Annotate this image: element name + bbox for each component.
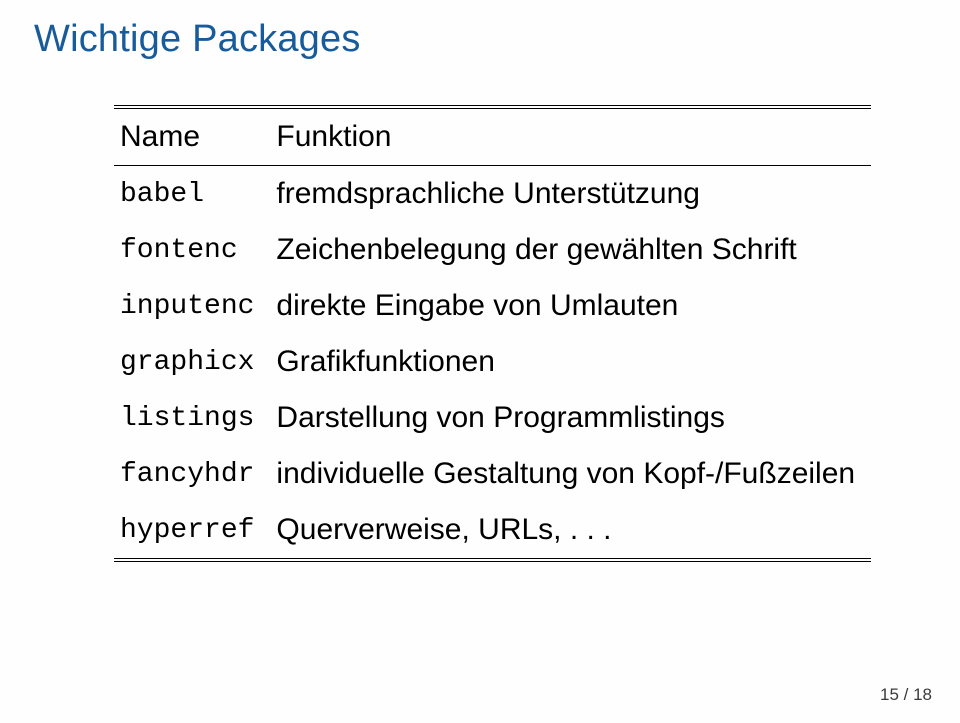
pkg-name: hyperref (114, 502, 270, 560)
pkg-name: listings (114, 390, 270, 446)
page-number: 15 / 18 (880, 685, 932, 705)
pkg-func: direkte Eingabe von Umlauten (270, 278, 871, 334)
pkg-func: Zeichenbelegung der gewählten Schrift (270, 222, 871, 278)
pkg-func: individuelle Gestaltung von Kopf-/Fußzei… (270, 446, 871, 502)
table-row: listings Darstellung von Programmlisting… (114, 390, 871, 446)
slide: Wichtige Packages Name Funktion babel fr… (0, 0, 960, 723)
pkg-name: fancyhdr (114, 446, 270, 502)
pkg-name: graphicx (114, 334, 270, 390)
packages-table: Name Funktion babel fremdsprachliche Unt… (114, 105, 871, 562)
pkg-name: inputenc (114, 278, 270, 334)
table-row: fancyhdr individuelle Gestaltung von Kop… (114, 446, 871, 502)
pkg-func: fremdsprachliche Unterstützung (270, 166, 871, 223)
table-row: inputenc direkte Eingabe von Umlauten (114, 278, 871, 334)
table-row: fontenc Zeichenbelegung der gewählten Sc… (114, 222, 871, 278)
header-name: Name (114, 107, 270, 166)
pkg-func: Querverweise, URLs, . . . (270, 502, 871, 560)
pkg-name: fontenc (114, 222, 270, 278)
table-row: babel fremdsprachliche Unterstützung (114, 166, 871, 223)
pkg-func: Grafikfunktionen (270, 334, 871, 390)
table-row: graphicx Grafikfunktionen (114, 334, 871, 390)
table-header-row: Name Funktion (114, 107, 871, 166)
table-row: hyperref Querverweise, URLs, . . . (114, 502, 871, 560)
header-function: Funktion (270, 107, 871, 166)
page-title: Wichtige Packages (34, 18, 926, 61)
pkg-name: babel (114, 166, 270, 223)
pkg-func: Darstellung von Programmlistings (270, 390, 871, 446)
